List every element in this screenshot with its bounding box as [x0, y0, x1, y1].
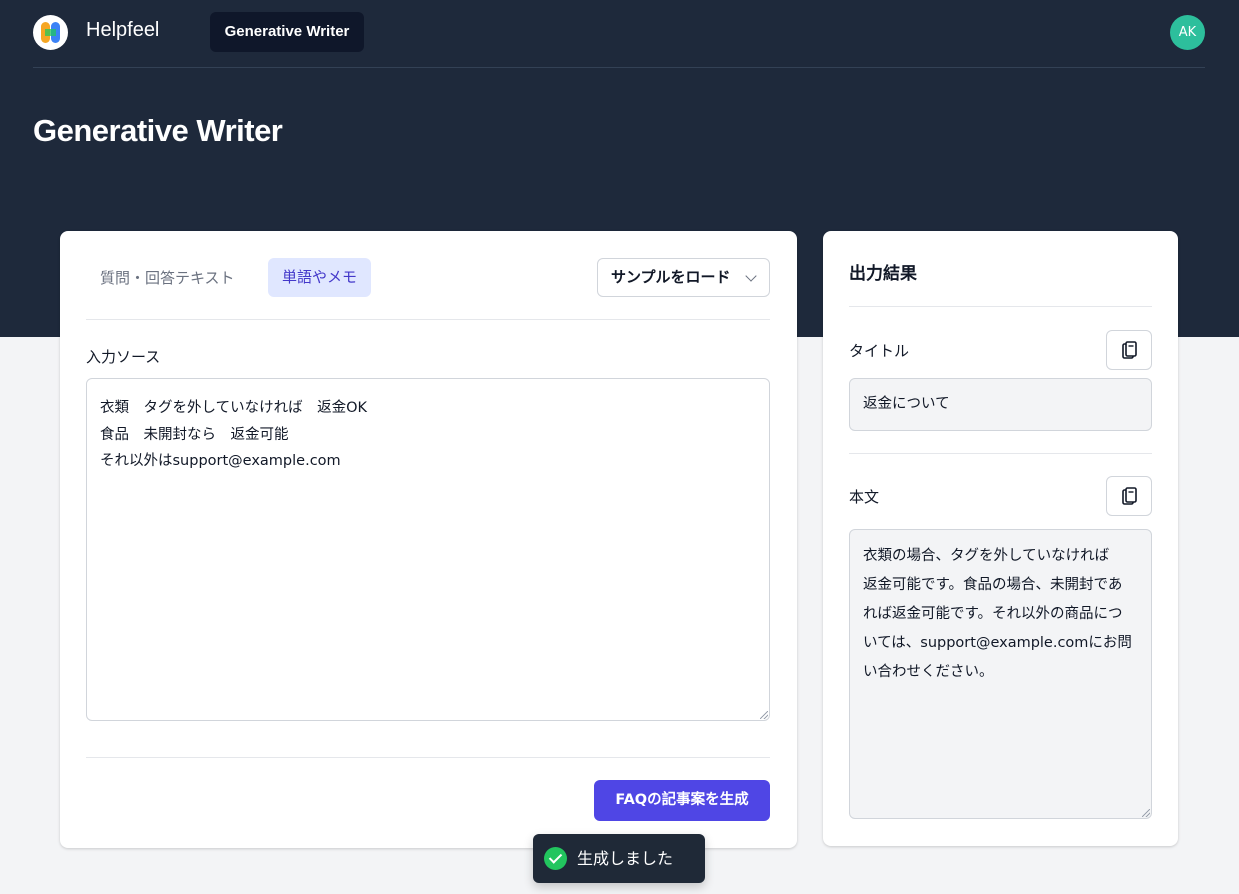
- output-heading: 出力結果: [849, 264, 917, 284]
- resize-handle-icon[interactable]: [1142, 809, 1150, 817]
- top-nav: Helpfeel Generative Writer AK: [33, 0, 1205, 68]
- check-circle-icon: [544, 847, 567, 870]
- generate-faq-button[interactable]: FAQの記事案を生成: [594, 780, 770, 821]
- page-title: Generative Writer: [33, 113, 283, 148]
- tab-question-answer-text[interactable]: 質問・回答テキスト: [87, 259, 248, 297]
- copy-body-button[interactable]: [1106, 476, 1152, 516]
- title-divider: [849, 453, 1152, 454]
- input-panel: 質問・回答テキスト 単語やメモ サンプルをロード 入力ソース 衣類 タグを外して…: [60, 231, 797, 848]
- clipboard-icon: [1122, 487, 1137, 505]
- avatar[interactable]: AK: [1170, 15, 1205, 50]
- chevron-down-icon: [745, 270, 757, 282]
- load-sample-label: サンプルをロード: [611, 268, 731, 286]
- load-sample-select[interactable]: サンプルをロード: [597, 258, 770, 297]
- source-label: 入力ソース: [86, 348, 161, 366]
- helpfeel-logo-icon[interactable]: [33, 15, 68, 50]
- source-textarea[interactable]: 衣類 タグを外していなければ 返金OK 食品 未開封なら 返金可能 それ以外はs…: [86, 378, 770, 721]
- brand-name[interactable]: Helpfeel: [86, 19, 159, 42]
- body-label: 本文: [849, 488, 880, 506]
- toast-message: 生成しました: [577, 849, 674, 868]
- output-panel: 出力結果 タイトル 返金について 本文 衣類の場合、タグを外していなければ 返金…: [823, 231, 1178, 846]
- output-divider: [849, 306, 1152, 307]
- footer-divider: [86, 757, 770, 758]
- clipboard-icon: [1122, 341, 1137, 359]
- success-toast: 生成しました: [533, 834, 705, 883]
- body-output[interactable]: 衣類の場合、タグを外していなければ 返金可能です。食品の場合、未開封であ れば返…: [849, 529, 1152, 819]
- resize-handle-icon[interactable]: [760, 711, 768, 719]
- tabs-divider: [86, 319, 770, 320]
- copy-title-button[interactable]: [1106, 330, 1152, 370]
- tab-words-memo[interactable]: 単語やメモ: [268, 258, 371, 297]
- nav-tab-generative-writer[interactable]: Generative Writer: [210, 12, 364, 52]
- title-label: タイトル: [849, 342, 910, 360]
- title-output[interactable]: 返金について: [849, 378, 1152, 431]
